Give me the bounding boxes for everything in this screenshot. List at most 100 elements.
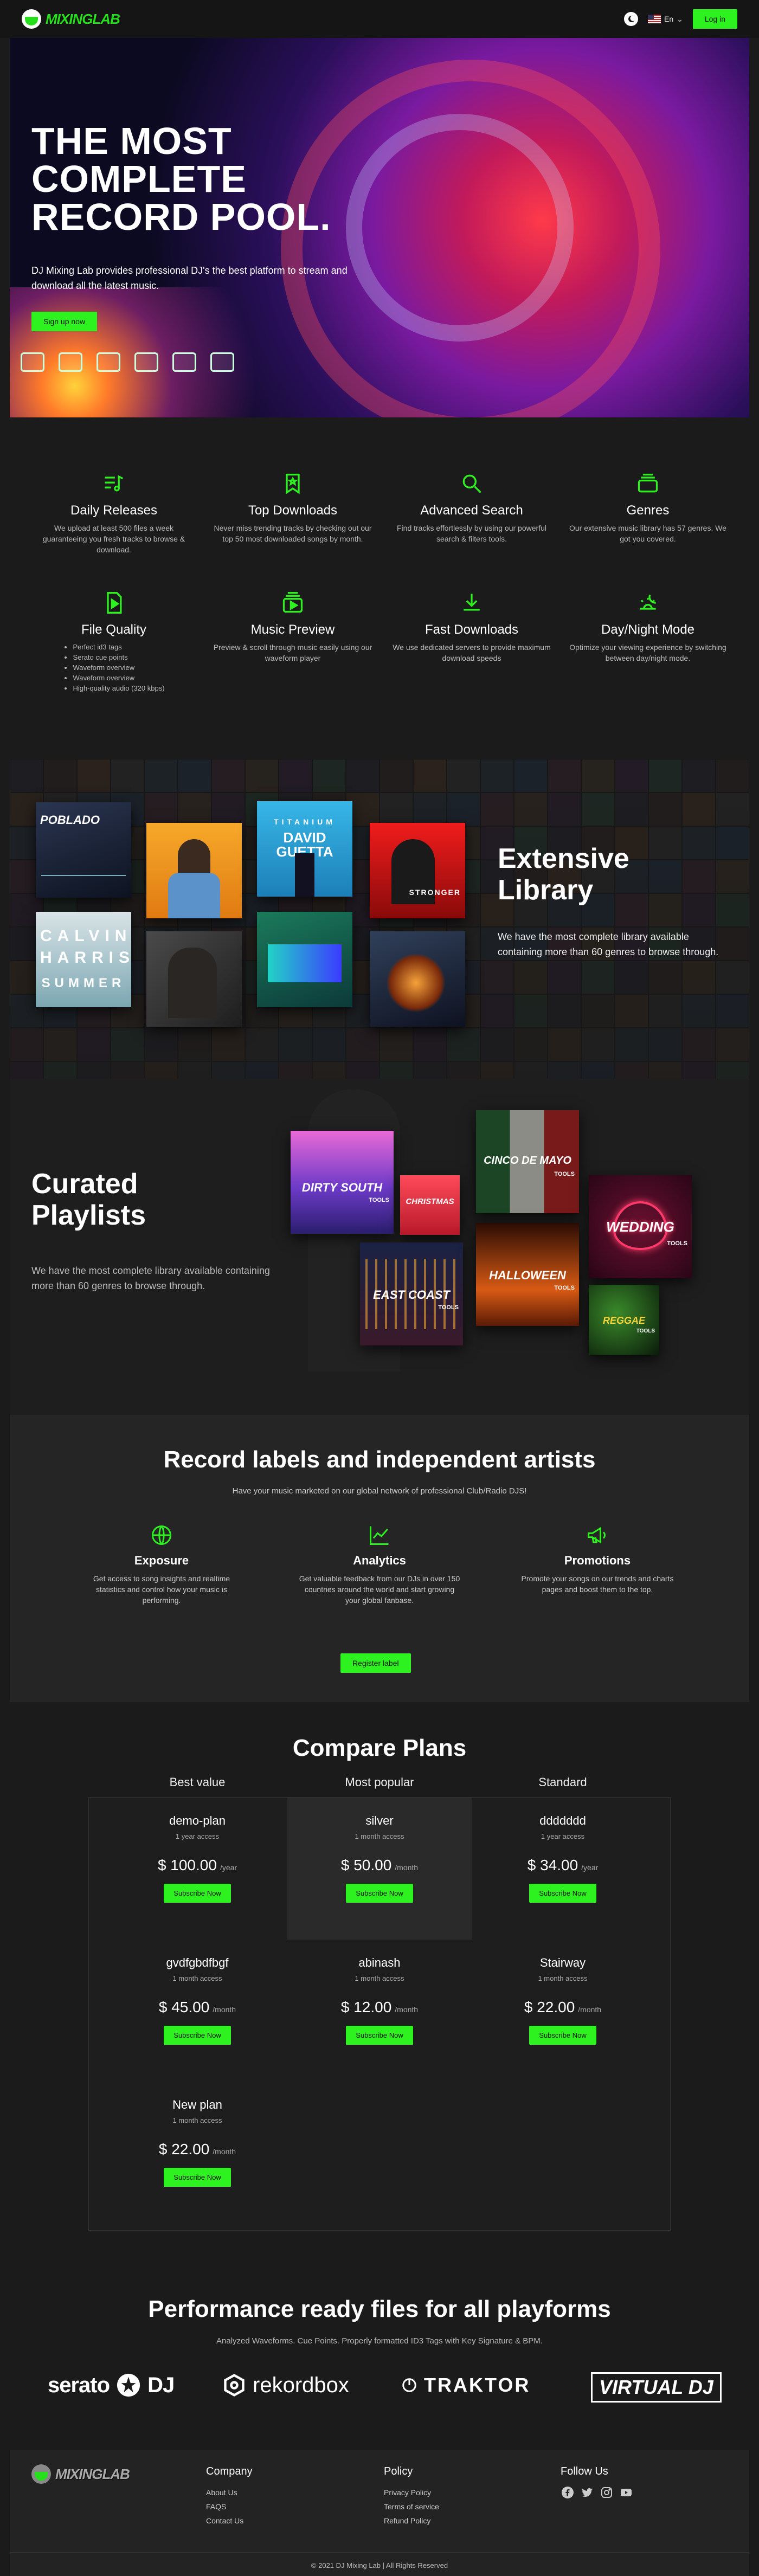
plans-column-header: Most popular xyxy=(345,1775,414,1789)
record-labels-section: Record labels and independent artists Ha… xyxy=(10,1415,749,1702)
footer-link-faqs[interactable]: FAQS xyxy=(206,2500,253,2514)
dark-mode-toggle[interactable] xyxy=(623,12,638,26)
footer-logo[interactable]: MIXINGLAB xyxy=(31,2464,130,2484)
hero-banner: THE MOST COMPLETE RECORD POOL. DJ Mixing… xyxy=(10,38,749,417)
subscribe-button[interactable]: Subscribe Now xyxy=(346,2026,413,2045)
album-cover-stronger: STRONGER xyxy=(370,823,465,918)
labels-item-text: Get access to song insights and realtime… xyxy=(93,1574,230,1605)
album-cover-artist-orange xyxy=(146,823,242,918)
chevron-down-icon: ⌄ xyxy=(677,14,683,23)
feature-title: Genres xyxy=(626,503,670,518)
plan-name: Stairway xyxy=(539,1956,586,1969)
feature-title: Fast Downloads xyxy=(424,622,519,637)
playlist-cover-wedding[interactable]: WEDDING TOOLS xyxy=(589,1175,692,1278)
labels-item-title: Analytics xyxy=(353,1554,406,1567)
facebook-link[interactable] xyxy=(561,2485,575,2500)
plan-name: silver xyxy=(365,1814,394,1827)
feature-text: Optimize your viewing experience by swit… xyxy=(569,643,726,662)
logo-icon xyxy=(22,9,41,29)
subscribe-button[interactable]: Subscribe Now xyxy=(164,2026,231,2045)
language-select[interactable]: En ⌄ xyxy=(647,14,683,24)
copyright: © 2021 DJ Mixing Lab | All Rights Reserv… xyxy=(311,2561,448,2569)
feature-list: Perfect id3 tags Serato cue points Wavef… xyxy=(63,642,164,693)
hero-title: THE MOST COMPLETE RECORD POOL. xyxy=(31,120,331,238)
footer-link-terms[interactable]: Terms of service xyxy=(384,2500,439,2514)
plan-period: 1 month access xyxy=(355,1974,404,1982)
plan-period: 1 month access xyxy=(172,2116,222,2124)
plans-column-header: Standard xyxy=(538,1775,587,1789)
footer-policy: Policy Privacy Policy Terms of service R… xyxy=(384,2465,439,2528)
plan-card: ddddddd 1 year access $ 34.00/year Subsc… xyxy=(481,1814,644,1903)
chart-line-icon xyxy=(370,1526,389,1545)
labels-title: Record labels and independent artists xyxy=(163,1446,596,1473)
album-cover-action xyxy=(370,931,465,1027)
footer-link-contact[interactable]: Contact Us xyxy=(206,2514,253,2528)
subscribe-button[interactable]: Subscribe Now xyxy=(164,2168,231,2187)
playlists-section: Curated Playlists We have the most comple… xyxy=(10,1079,749,1415)
logo-text: MIXINGLAB xyxy=(55,2465,130,2482)
feature-day-night-mode: Day/Night Mode Optimize your viewing exp… xyxy=(567,591,729,664)
footer-link-refund[interactable]: Refund Policy xyxy=(384,2514,439,2528)
playlist-cover-christmas[interactable]: CHRISTMAS xyxy=(400,1175,460,1235)
playlist-cover-east-coast[interactable]: EAST COAST TOOLS xyxy=(360,1242,463,1345)
playlist-cover-reggae[interactable]: REGGAE TOOLS xyxy=(589,1285,659,1355)
feature-genres: Genres Our extensive music library has 5… xyxy=(567,472,729,544)
plan-price: $ 45.00/month xyxy=(158,1999,236,2015)
playlist-cover-dirty-south[interactable]: DIRTY SOUTH TOOLS xyxy=(291,1131,394,1234)
virtualdj-logo: VIRTUAL DJ xyxy=(591,2372,722,2403)
logo[interactable]: MIXINGLAB xyxy=(22,9,120,29)
labels-item-text: Get valuable feedback from our DJs in ov… xyxy=(299,1574,460,1605)
register-label-button[interactable]: Register label xyxy=(340,1653,411,1673)
performance-title: Performance ready files for all playform… xyxy=(148,2296,611,2322)
plan-price: $ 34.00/year xyxy=(527,1857,599,1873)
list-item: Perfect id3 tags xyxy=(73,642,164,652)
playlists-title: Curated Playlists xyxy=(31,1168,146,1231)
plans-title: Compare Plans xyxy=(292,1735,467,1761)
playlist-cover-halloween[interactable]: HALLOWEEN TOOLS xyxy=(476,1223,579,1326)
globe-icon xyxy=(152,1525,171,1545)
feature-title: Daily Releases xyxy=(70,503,158,518)
features-section: Daily Releases We upload at least 500 fi… xyxy=(0,417,759,759)
compare-plans-section: Compare Plans Best value Most popular St… xyxy=(0,1702,759,2250)
labels-exposure: Exposure Get access to song insights and… xyxy=(80,1523,243,1606)
subscribe-button[interactable]: Subscribe Now xyxy=(164,1884,231,1903)
youtube-link[interactable] xyxy=(619,2485,633,2500)
plan-name: abinash xyxy=(358,1956,401,1969)
rekordbox-mark-icon xyxy=(224,2374,245,2397)
instagram-icon xyxy=(601,2487,612,2498)
subscribe-button[interactable]: Subscribe Now xyxy=(346,1884,413,1903)
moon-icon xyxy=(628,15,634,22)
subscribe-button[interactable]: Subscribe Now xyxy=(529,2026,596,2045)
performance-subtitle: Analyzed Waveforms. Cue Points. Properly… xyxy=(216,2336,543,2346)
footer-link-about[interactable]: About Us xyxy=(206,2485,253,2500)
labels-subtitle: Have your music marketed on our global n… xyxy=(232,1486,527,1496)
audio-file-icon xyxy=(107,592,122,614)
labels-promotions: Promotions Promote your songs on our tre… xyxy=(516,1523,679,1595)
feature-fast-downloads: Fast Downloads We use dedicated servers … xyxy=(390,591,553,664)
playlist-cover-cinco-de-mayo[interactable]: CINCO DE MAYO TOOLS xyxy=(476,1110,579,1213)
signup-button[interactable]: Sign up now xyxy=(31,312,98,331)
footer-link-privacy[interactable]: Privacy Policy xyxy=(384,2485,439,2500)
album-cover-dance xyxy=(257,912,352,1007)
plans-table: demo-plan 1 year access $ 100.00/year Su… xyxy=(88,1797,671,2231)
plan-period: 1 month access xyxy=(355,1832,404,1840)
subscribe-button[interactable]: Subscribe Now xyxy=(529,1884,596,1903)
plan-period: 1 month access xyxy=(172,1974,222,1982)
download-icon xyxy=(464,594,480,611)
login-button[interactable]: Log in xyxy=(692,9,737,29)
album-cover-poblado: POBLADO xyxy=(36,802,131,898)
feature-top-downloads: Top Downloads Never miss trending tracks… xyxy=(211,472,374,544)
logo-icon xyxy=(31,2464,51,2484)
music-list-icon xyxy=(105,475,124,492)
twitter-link[interactable] xyxy=(580,2485,594,2500)
instagram-link[interactable] xyxy=(600,2485,614,2500)
labels-item-title: Exposure xyxy=(134,1554,189,1567)
feature-title: Advanced Search xyxy=(420,503,523,518)
footer-heading: Policy xyxy=(384,2465,413,2477)
labels-item-text: Promote your songs on our trends and cha… xyxy=(521,1574,674,1594)
album-cover-titanium: TITANIUM DAVID GUETTA xyxy=(257,801,352,897)
hero-subtitle: DJ Mixing Lab provides professional DJ's… xyxy=(31,265,348,291)
plan-price: $ 22.00/month xyxy=(524,1999,602,2015)
logo-text: MIXINGLAB xyxy=(46,10,120,27)
language-label: En xyxy=(664,15,674,23)
